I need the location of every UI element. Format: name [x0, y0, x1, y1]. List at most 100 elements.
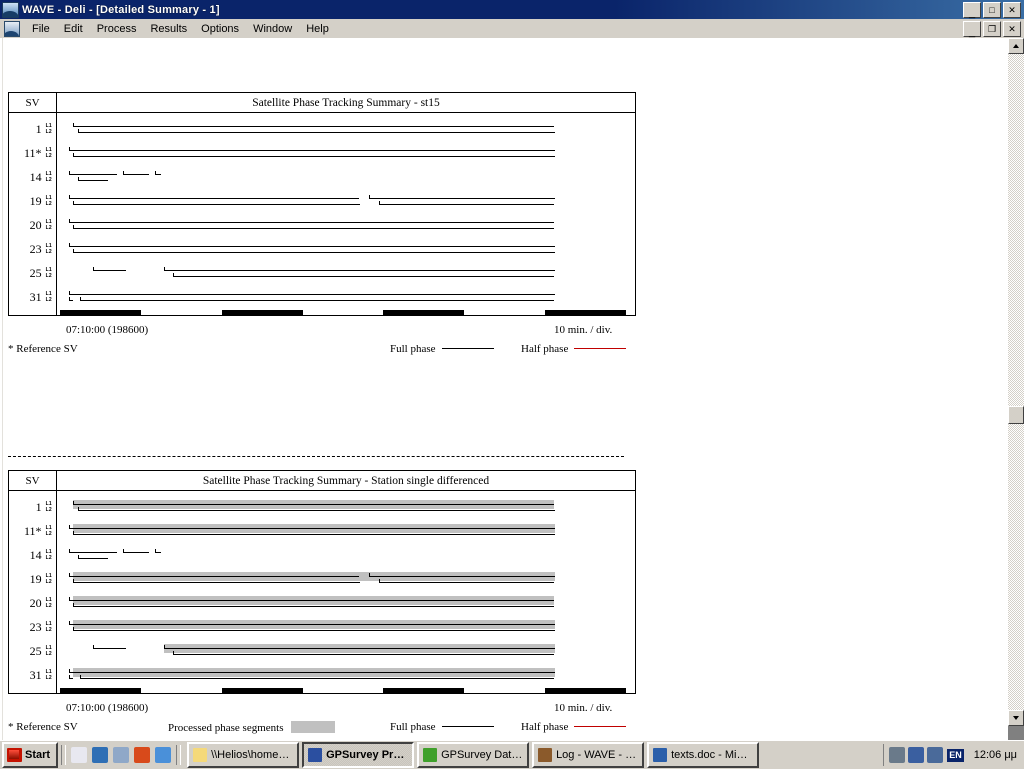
scroll-down-button[interactable] [1008, 710, 1024, 726]
outlook-express-icon[interactable] [155, 747, 172, 763]
taskbar-divider [61, 745, 67, 765]
menu-item-file[interactable]: File [25, 21, 57, 37]
phase-segment-l2 [80, 297, 554, 301]
windows-logo-icon [7, 748, 22, 762]
taskbar-button-3[interactable]: Log - WAVE - … [532, 742, 645, 768]
sv-row-label: 1 L1 L2 [9, 117, 57, 141]
phase-segment-l1 [69, 597, 554, 601]
axis-tick-block [60, 310, 141, 315]
taskbar-button-1[interactable]: GPSurvey Pr… [302, 742, 415, 768]
mdi-restore-button[interactable]: ❐ [983, 20, 1001, 37]
document-icon[interactable] [4, 20, 20, 37]
network-icon[interactable] [889, 747, 906, 763]
taskbar-button-icon [653, 748, 668, 762]
volume-icon[interactable] [927, 747, 944, 763]
band-labels: L1 L2 [46, 573, 52, 585]
report-page: SV Satellite Phase Tracking Summary - st1… [0, 38, 1008, 740]
band-labels: L1 L2 [46, 597, 52, 609]
phase-segment-l1 [93, 645, 126, 649]
system-tray: EN 12:06 μμ [883, 744, 1022, 766]
plot-area [57, 491, 635, 693]
chart-title: Satellite Phase Tracking Summary - Stati… [202, 474, 490, 487]
start-button[interactable]: Start [2, 742, 59, 768]
menu-item-help[interactable]: Help [299, 21, 336, 37]
axis-scale-label: 10 min. / div. [554, 702, 613, 714]
maximize-button[interactable]: □ [983, 1, 1001, 18]
show-desktop-icon[interactable] [71, 747, 88, 763]
phase-segment-l2 [73, 153, 555, 157]
phase-segment-l1 [69, 669, 555, 673]
sv-number: 14 [29, 170, 42, 184]
sv-number: 14 [29, 548, 42, 562]
legend-full-phase: Full phase [390, 721, 494, 733]
band-labels: L1 L2 [46, 645, 52, 657]
sv-row-label: 31 L1 L2 [9, 285, 57, 309]
start-button-label: Start [25, 749, 51, 761]
taskbar-button-icon [308, 748, 323, 762]
sv-number: 1 [35, 122, 42, 136]
sv-row-label: 31 L1 L2 [9, 663, 57, 687]
taskbar-button-2[interactable]: GPSurvey Dat… [417, 742, 530, 768]
clock[interactable]: 12:06 μμ [974, 749, 1017, 761]
close-icon: ✕ [1008, 4, 1016, 15]
mdi-minimize-button[interactable]: _ [963, 20, 981, 37]
sv-row-label: 11* L1 L2 [9, 141, 57, 165]
taskbar-button-label: GPSurvey Pr… [326, 749, 405, 761]
taskbar-button-0[interactable]: \\Helios\home… [187, 742, 300, 768]
taskbar-button-label: texts.doc - Mi… [671, 749, 748, 761]
search-icon[interactable] [113, 747, 130, 763]
taskbar-divider-2 [176, 745, 182, 765]
axis-tick-block [221, 310, 303, 315]
language-indicator[interactable]: EN [947, 748, 964, 762]
taskbar-button-icon [538, 748, 553, 762]
band-label-l2: L2 [45, 297, 52, 303]
phase-segment-l2 [78, 177, 108, 181]
mdi-window-controls: _ ❐ ✕ [963, 20, 1021, 37]
title-bar: WAVE - Deli - [Detailed Summary - 1] _ □… [0, 0, 1024, 19]
antivirus-icon[interactable] [908, 747, 925, 763]
phase-segment-l1 [164, 645, 555, 649]
internet-explorer-icon[interactable] [92, 747, 109, 763]
legend-reference-sv-note: * Reference SV [8, 343, 78, 355]
band-label-l2: L2 [45, 531, 52, 537]
phase-segment-l1 [69, 171, 117, 175]
sv-number: 31 [29, 290, 42, 304]
phase-segment-l2 [379, 201, 554, 205]
time-axis-scale [60, 688, 626, 693]
legend-half-phase-line [574, 348, 627, 349]
legend-half-phase: Half phase [521, 343, 627, 355]
document-client-area: SV Satellite Phase Tracking Summary - st1… [0, 38, 1024, 740]
vertical-scrollbar[interactable] [1008, 38, 1024, 740]
menu-item-results[interactable]: Results [143, 21, 194, 37]
band-label-l2: L2 [45, 507, 52, 513]
menu-item-edit[interactable]: Edit [57, 21, 90, 37]
close-button[interactable]: ✕ [1003, 1, 1021, 18]
scrollbar-thumb[interactable] [1008, 406, 1024, 424]
phase-segment-l1 [69, 219, 554, 223]
window-controls: _ □ ✕ [963, 1, 1021, 18]
menu-item-process[interactable]: Process [90, 21, 144, 37]
phase-segment-l2 [78, 129, 555, 133]
phase-segment-l2 [73, 579, 360, 583]
phase-segment-l1 [69, 621, 555, 625]
sv-row-label: 14 L1 L2 [9, 543, 57, 567]
phase-segment-l2 [173, 651, 554, 655]
sv-label-column: 1 L1 L2 11* L1 L2 14 L1 L2 19 L1 L2 20 L1 L2 23 L1 L2 25 L1… [9, 113, 57, 315]
taskbar-button-label: Log - WAVE - … [556, 749, 637, 761]
media-player-icon[interactable] [134, 747, 151, 763]
phase-segment-l1 [73, 501, 554, 505]
menu-item-options[interactable]: Options [194, 21, 246, 37]
wave-icon [2, 1, 19, 18]
taskbar-button-4[interactable]: texts.doc - Mi… [647, 742, 760, 768]
chart-2: SV Satellite Phase Tracking Summary - Sta… [8, 470, 636, 694]
phase-segment-l1 [69, 195, 359, 199]
phase-segment-l2 [173, 273, 554, 277]
scrollbar-corner [1008, 726, 1024, 740]
sv-number: 25 [29, 644, 42, 658]
time-axis-scale [60, 310, 626, 315]
mdi-close-button[interactable]: ✕ [1003, 20, 1021, 37]
menu-item-window[interactable]: Window [246, 21, 299, 37]
scroll-up-button[interactable] [1008, 38, 1024, 54]
axis-start-time-label: 07:10:00 (198600) [66, 702, 149, 714]
minimize-button[interactable]: _ [963, 1, 981, 18]
